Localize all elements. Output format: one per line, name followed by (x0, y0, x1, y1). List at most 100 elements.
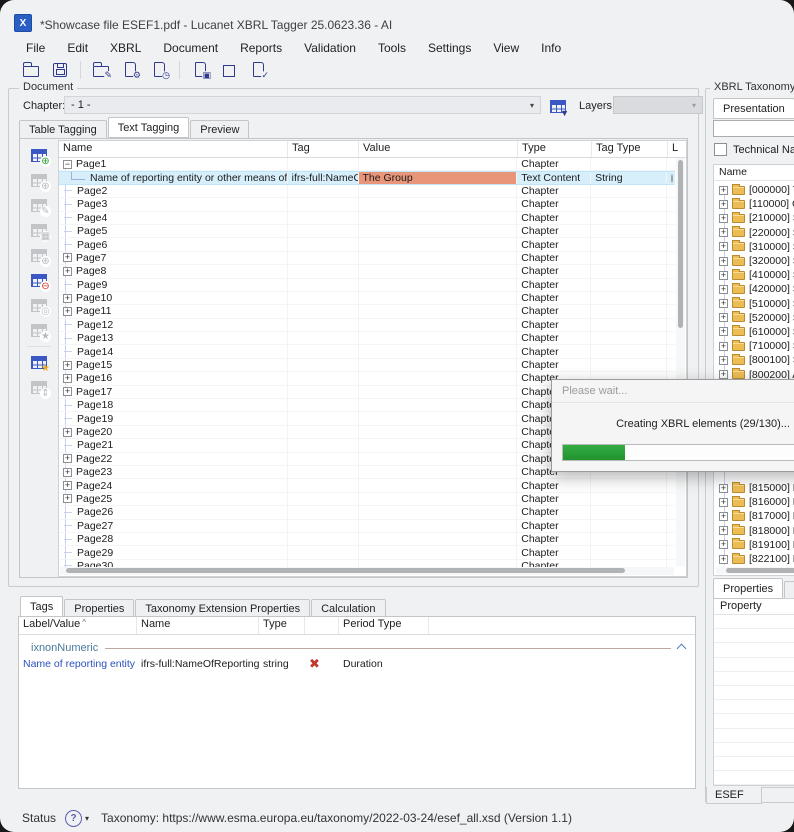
page-row[interactable]: Page6Chapter (59, 238, 675, 251)
add-tag-disabled-button[interactable]: ⊕ (26, 170, 52, 192)
menu-validation[interactable]: Validation (293, 40, 367, 57)
column-header-period-type[interactable]: Period Type (339, 617, 429, 634)
page-row[interactable]: Page4Chapter (59, 212, 675, 225)
copy-document-button[interactable] (216, 58, 242, 82)
document-settings-button[interactable]: ⚙ (117, 58, 143, 82)
help-icon[interactable]: ? (65, 810, 82, 827)
expand-toggle-icon[interactable]: + (63, 307, 72, 316)
column-header-tag[interactable]: Tag (288, 141, 359, 157)
expand-toggle-icon[interactable]: + (63, 481, 72, 490)
taxonomy-tree-header[interactable]: Name (714, 165, 794, 181)
page-row[interactable]: Page29Chapter (59, 546, 675, 559)
property-column-header[interactable]: Property (714, 599, 794, 615)
taxonomy-node[interactable]: +[320000] St (714, 254, 794, 268)
tab-table-tagging[interactable]: Table Tagging (19, 120, 107, 139)
taxonomy-node[interactable]: +[815000] N (714, 481, 794, 495)
expand-toggle-icon[interactable]: + (719, 342, 728, 351)
expand-toggle-icon[interactable]: + (63, 253, 72, 262)
menu-tools[interactable]: Tools (367, 40, 417, 57)
technical-names-checkbox[interactable]: Technical Names (714, 143, 794, 156)
vertical-scrollbar[interactable] (676, 158, 685, 566)
expand-toggle-icon[interactable]: + (63, 494, 72, 503)
taxonomy-search-input[interactable] (713, 120, 794, 137)
page-row[interactable]: Page28Chapter (59, 533, 675, 546)
document-history-button[interactable]: ◷ (146, 58, 172, 82)
taxonomy-node[interactable]: +[210000] St (714, 211, 794, 225)
expand-toggle-icon[interactable]: + (63, 454, 72, 463)
taxonomy-node[interactable]: +[410000] St (714, 268, 794, 282)
menu-xbrl[interactable]: XBRL (99, 40, 152, 57)
expand-toggle-icon[interactable]: + (719, 370, 728, 379)
expand-toggle-icon[interactable]: + (719, 271, 728, 280)
expand-toggle-icon[interactable]: + (719, 228, 728, 237)
row-height-button[interactable]: ⇕ (26, 377, 52, 399)
open-file-button[interactable] (18, 58, 44, 82)
table-layout-button[interactable]: ▦ (26, 220, 52, 242)
taxonomy-node[interactable]: +[220000] St (714, 226, 794, 240)
expand-toggle-icon[interactable]: + (719, 257, 728, 266)
remove-tag-button[interactable]: ⊖ (26, 270, 52, 292)
expand-toggle-icon[interactable]: + (63, 267, 72, 276)
tab-presentation[interactable]: Presentation (713, 98, 794, 119)
expand-toggle-icon[interactable]: + (719, 200, 728, 209)
expand-toggle-icon[interactable]: + (719, 285, 728, 294)
expand-toggle-icon[interactable]: + (63, 374, 72, 383)
chevron-down-icon[interactable]: ▾ (85, 814, 89, 823)
expand-toggle-icon[interactable]: + (719, 313, 728, 322)
horizontal-scrollbar[interactable] (60, 567, 674, 575)
scrollbar-thumb[interactable] (66, 568, 625, 573)
tag-row[interactable]: Name of reporting entity or other means … (59, 171, 675, 184)
horizontal-scrollbar[interactable] (716, 567, 794, 574)
menu-document[interactable]: Document (152, 40, 229, 57)
expand-toggle-icon[interactable]: + (719, 484, 728, 493)
page-row[interactable]: Page3Chapter (59, 198, 675, 211)
column-header-type[interactable]: Type (518, 141, 592, 157)
page-row[interactable]: Page9Chapter (59, 279, 675, 292)
expand-toggle-icon[interactable]: + (719, 555, 728, 564)
tag-group-row[interactable]: ixnonNumeric (19, 640, 695, 656)
taxonomy-node[interactable]: +[710000] St (714, 339, 794, 353)
table-filter-button[interactable]: ▼ (545, 93, 571, 119)
tab-preview[interactable]: Preview (190, 120, 249, 139)
edit-tag-button[interactable]: ✎ (26, 195, 52, 217)
menu-info[interactable]: Info (530, 40, 572, 57)
page-row[interactable]: Page14Chapter (59, 345, 675, 358)
collapse-toggle-icon[interactable]: − (63, 160, 72, 169)
menu-settings[interactable]: Settings (417, 40, 482, 57)
taxonomy-node[interactable]: +[816000] N (714, 495, 794, 509)
tag-detail-row[interactable]: Name of reporting entity o... ifrs-full:… (19, 656, 695, 672)
expand-toggle-icon[interactable]: + (719, 242, 728, 251)
page-row[interactable]: Page5Chapter (59, 225, 675, 238)
taxonomy-node[interactable]: +[818000] N (714, 524, 794, 538)
suggest-tag-disabled-button[interactable]: ★ (26, 320, 52, 342)
collapse-chevron-icon[interactable] (677, 643, 687, 653)
taxonomy-node[interactable]: +[610000] St (714, 325, 794, 339)
sign-document-button[interactable]: ✎ (88, 58, 114, 82)
tag-label-link[interactable]: Name of reporting entity o... (19, 658, 137, 670)
expand-toggle-icon[interactable]: + (63, 294, 72, 303)
page-row[interactable]: +Page8Chapter (59, 265, 675, 278)
expand-toggle-icon[interactable]: + (719, 498, 728, 507)
expand-toggle-icon[interactable]: + (63, 468, 72, 477)
tab-properties[interactable]: Properties (713, 578, 783, 599)
taxonomy-node[interactable]: +[520000] St (714, 311, 794, 325)
column-header-type[interactable]: Type (259, 617, 305, 634)
expand-toggle-icon[interactable]: + (719, 526, 728, 535)
scrollbar-thumb[interactable] (726, 568, 794, 573)
tab-tags[interactable]: Tags (20, 596, 63, 617)
add-table-tag-button[interactable]: ⊕ (26, 145, 52, 167)
column-header-name[interactable]: Name (137, 617, 259, 634)
taxonomy-node[interactable]: +[510000] St (714, 297, 794, 311)
validate-document-button[interactable]: ✓ (245, 58, 271, 82)
page-row[interactable]: +Page24Chapter (59, 479, 675, 492)
page-row[interactable]: Page26Chapter (59, 506, 675, 519)
column-header-l[interactable]: L (668, 141, 686, 157)
page-row[interactable]: +Page10Chapter (59, 292, 675, 305)
taxonomy-node[interactable]: +[110000] G (714, 197, 794, 211)
tab-text-tagging[interactable]: Text Tagging (108, 117, 190, 138)
page-row[interactable]: +Page11Chapter (59, 305, 675, 318)
expand-toggle-icon[interactable]: + (719, 186, 728, 195)
taxonomy-node[interactable]: +[822100] N (714, 552, 794, 566)
menu-edit[interactable]: Edit (56, 40, 99, 57)
menu-reports[interactable]: Reports (229, 40, 293, 57)
